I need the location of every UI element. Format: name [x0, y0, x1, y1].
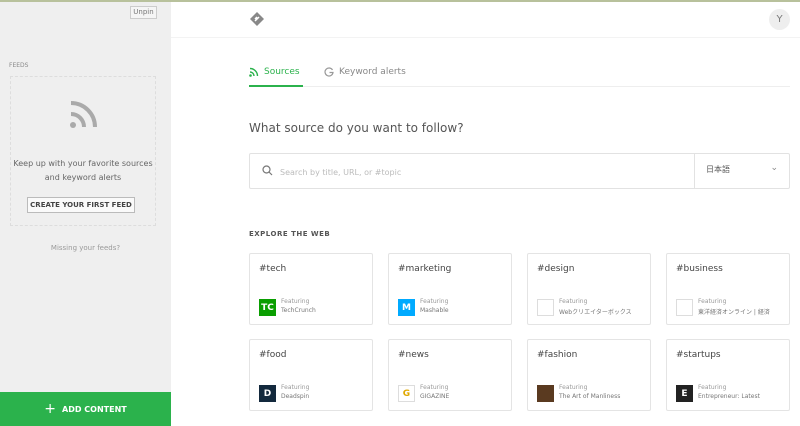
topic-tag: #design [537, 264, 575, 274]
topic-card[interactable]: #startups E Featuring Entrepreneur: Late… [666, 339, 790, 411]
missing-feeds-link[interactable]: Missing your feeds? [0, 244, 171, 252]
source-name: GIGAZINE [420, 393, 450, 400]
featuring-label: Featuring [698, 298, 727, 305]
avatar[interactable]: Y [769, 9, 790, 30]
source-name: TechCrunch [281, 307, 316, 314]
feedly-logo-icon[interactable] [250, 12, 264, 26]
header-divider [171, 37, 800, 38]
empty-message: Keep up with your favorite sources and ke… [11, 157, 155, 185]
featuring-label: Featuring [698, 384, 727, 391]
tab-keyword-alerts[interactable]: Keyword alerts [324, 62, 406, 87]
source-name: Entrepreneur: Latest [698, 393, 760, 400]
create-feed-button[interactable]: CREATE YOUR FIRST FEED [27, 197, 135, 213]
rss-icon [70, 101, 97, 128]
search-box: 日本語 ⌄ [249, 153, 790, 189]
source-name: Mashable [420, 307, 449, 314]
featuring-label: Featuring [420, 384, 449, 391]
topic-card[interactable]: #design Featuring Webクリエイターボックス [527, 253, 651, 325]
empty-line-1: Keep up with your favorite sources [13, 159, 153, 168]
sidebar: Unpin FEEDS Keep up with your favorite s… [0, 2, 171, 426]
chevron-down-icon: ⌄ [770, 163, 778, 173]
rss-icon [249, 67, 259, 77]
source-name: 東洋経済オンライン | 経済 [698, 309, 770, 316]
tab-label: Keyword alerts [339, 67, 406, 77]
add-content-button[interactable]: + ADD CONTENT [0, 392, 171, 426]
featuring-label: Featuring [559, 384, 588, 391]
unpin-button[interactable]: Unpin [130, 6, 157, 19]
topic-card[interactable]: #fashion Featuring The Art of Manliness [527, 339, 651, 411]
source-logo-icon: G [398, 385, 415, 402]
source-logo-icon [537, 299, 554, 316]
search-input[interactable] [280, 163, 680, 181]
page-question: What source do you want to follow? [249, 121, 464, 135]
source-logo-icon: TC [259, 299, 276, 316]
source-logo-icon [676, 299, 693, 316]
source-logo-icon: E [676, 385, 693, 402]
topic-tag: #tech [259, 264, 287, 274]
add-content-label: ADD CONTENT [62, 404, 127, 414]
topic-card[interactable]: #news G Featuring GIGAZINE [388, 339, 512, 411]
explore-heading: EXPLORE THE WEB [249, 230, 331, 238]
tab-sources[interactable]: Sources [249, 62, 303, 87]
source-name: Webクリエイターボックス [559, 309, 632, 316]
topic-tag: #startups [676, 350, 721, 360]
topic-card[interactable]: #business Featuring 東洋経済オンライン | 経済 [666, 253, 790, 325]
topic-tag: #food [259, 350, 287, 360]
language-value: 日本語 [706, 165, 730, 174]
google-icon [324, 67, 334, 77]
topic-tag: #business [676, 264, 723, 274]
topic-card[interactable]: #tech TC Featuring TechCrunch [249, 253, 373, 325]
empty-line-2: and keyword alerts [44, 173, 122, 182]
source-logo-icon: D [259, 385, 276, 402]
topic-tag: #fashion [537, 350, 578, 360]
topic-card[interactable]: #food D Featuring Deadspin [249, 339, 373, 411]
topic-card[interactable]: #marketing M Featuring Mashable [388, 253, 512, 325]
source-name: The Art of Manliness [559, 393, 621, 400]
featuring-label: Featuring [281, 298, 310, 305]
featuring-label: Featuring [559, 298, 588, 305]
feeds-label: FEEDS [9, 62, 29, 69]
source-logo-icon: M [398, 299, 415, 316]
featuring-label: Featuring [281, 384, 310, 391]
topic-tag: #marketing [398, 264, 452, 274]
source-logo-icon [537, 385, 554, 402]
topic-tag: #news [398, 350, 429, 360]
featuring-label: Featuring [420, 298, 449, 305]
language-select[interactable]: 日本語 ⌄ [694, 154, 790, 188]
empty-feeds-panel: Keep up with your favorite sources and ke… [10, 76, 156, 226]
plus-icon: + [44, 401, 57, 417]
search-icon [262, 165, 273, 176]
tab-label: Sources [264, 67, 300, 77]
tabs: Sources Keyword alerts [249, 62, 790, 87]
source-name: Deadspin [281, 393, 310, 400]
